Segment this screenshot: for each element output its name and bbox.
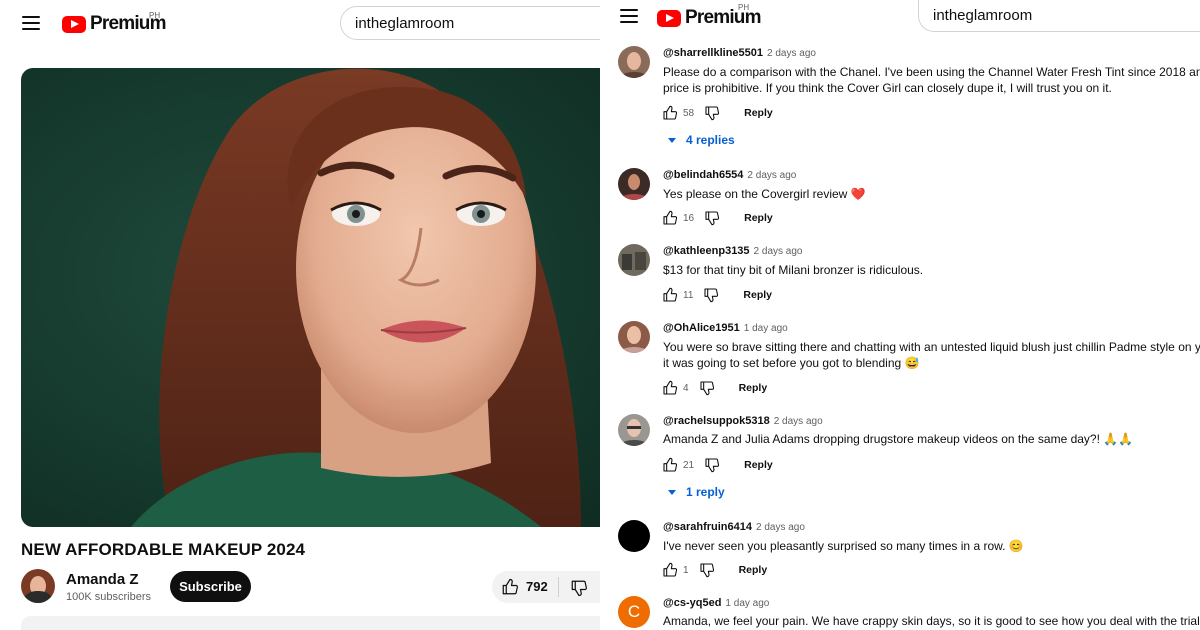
menu-icon[interactable] bbox=[22, 12, 40, 34]
comment-like-count: 11 bbox=[683, 289, 694, 301]
like-icon[interactable] bbox=[662, 562, 678, 578]
channel-avatar[interactable] bbox=[21, 569, 55, 603]
comment-text: I've never seen you pleasantly surprised… bbox=[663, 539, 1024, 553]
comment-handle[interactable]: @sharrellkline5501 bbox=[663, 47, 763, 59]
like-icon[interactable] bbox=[662, 210, 678, 226]
video-page-pane: Premium PH intheglamroom NEW AFFORDABLE … bbox=[0, 0, 600, 630]
comment-handle[interactable]: @OhAlice1951 bbox=[663, 322, 740, 334]
dislike-icon[interactable] bbox=[570, 579, 588, 597]
youtube-play-icon bbox=[657, 9, 681, 27]
comment-time[interactable]: 2 days ago bbox=[767, 48, 816, 59]
commenter-avatar[interactable] bbox=[618, 520, 650, 552]
comment-time[interactable]: 2 days ago bbox=[754, 246, 803, 257]
comment-like-count: 4 bbox=[683, 382, 689, 394]
search-value: intheglamroom bbox=[355, 14, 455, 32]
region-label: PH bbox=[149, 11, 161, 20]
comment-text: Please do a comparison with the Chanel. … bbox=[663, 65, 1200, 79]
reply-button[interactable]: Reply bbox=[744, 459, 773, 471]
subscriber-count: 100K subscribers bbox=[66, 591, 151, 603]
search-input[interactable]: intheglamroom bbox=[918, 0, 1200, 32]
dislike-icon[interactable] bbox=[704, 105, 720, 121]
comment-text: it was going to set before you got to bl… bbox=[663, 356, 920, 370]
commenter-avatar[interactable] bbox=[618, 46, 650, 78]
comment-handle[interactable]: @kathleenp3135 bbox=[663, 245, 750, 257]
menu-icon[interactable] bbox=[620, 5, 638, 27]
comment-actions: 21 Reply bbox=[662, 457, 773, 473]
dislike-icon[interactable] bbox=[704, 210, 720, 226]
comment-handle[interactable]: @cs-yq5ed bbox=[663, 597, 721, 609]
view-replies-button[interactable]: 4 replies bbox=[668, 133, 735, 147]
comment-handle[interactable]: @rachelsuppok5318 bbox=[663, 415, 770, 427]
commenter-avatar[interactable] bbox=[618, 244, 650, 276]
comment-like-count: 58 bbox=[683, 107, 695, 119]
video-frame-image bbox=[131, 68, 582, 527]
like-divider bbox=[558, 577, 559, 597]
commenter-avatar-image bbox=[618, 419, 650, 446]
comment-handle[interactable]: @belindah6554 bbox=[663, 169, 743, 181]
comment-text: price is prohibitive. If you think the C… bbox=[663, 81, 1112, 95]
comment-actions: 58 Reply bbox=[662, 105, 773, 121]
like-icon[interactable] bbox=[662, 380, 678, 396]
replies-label: 4 replies bbox=[686, 133, 735, 147]
view-replies-button[interactable]: 1 reply bbox=[668, 485, 725, 499]
like-icon[interactable] bbox=[662, 287, 678, 303]
dislike-icon[interactable] bbox=[703, 287, 719, 303]
comment-text: Amanda, we feel your pain. We have crapp… bbox=[663, 614, 1200, 628]
region-label: PH bbox=[738, 3, 750, 12]
comment-actions: 1 Reply bbox=[662, 562, 767, 578]
comment-text: You were so brave sitting there and chat… bbox=[663, 340, 1200, 354]
reply-button[interactable]: Reply bbox=[739, 564, 768, 576]
description-box[interactable] bbox=[21, 616, 600, 630]
reply-button[interactable]: Reply bbox=[744, 212, 773, 224]
youtube-play-icon bbox=[62, 15, 86, 33]
comment-handle[interactable]: @sarahfruin6414 bbox=[663, 521, 752, 533]
commenter-avatar-image bbox=[618, 52, 650, 78]
like-icon[interactable] bbox=[501, 578, 519, 596]
dislike-icon[interactable] bbox=[699, 380, 715, 396]
chevron-down-icon bbox=[668, 137, 676, 143]
commenter-avatar-image bbox=[618, 326, 650, 353]
commenter-avatar[interactable] bbox=[618, 414, 650, 446]
like-dislike-bar: 792 bbox=[492, 571, 600, 603]
replies-label: 1 reply bbox=[686, 485, 725, 499]
channel-avatar-image bbox=[21, 576, 55, 603]
dislike-icon[interactable] bbox=[699, 562, 715, 578]
commenter-avatar[interactable]: C bbox=[618, 596, 650, 628]
commenter-avatar-image bbox=[618, 174, 650, 200]
commenter-avatar-image bbox=[622, 252, 646, 270]
reply-button[interactable]: Reply bbox=[743, 289, 772, 301]
comment-text: Yes please on the Covergirl review ❤️ bbox=[663, 187, 866, 201]
comment-actions: 11 Reply bbox=[662, 287, 772, 303]
commenter-avatar[interactable] bbox=[618, 168, 650, 200]
video-player[interactable] bbox=[21, 68, 600, 527]
reply-button[interactable]: Reply bbox=[744, 107, 773, 119]
logo-text: Premium bbox=[685, 7, 762, 28]
comment-like-count: 16 bbox=[683, 212, 695, 224]
subscribe-button[interactable]: Subscribe bbox=[170, 571, 251, 602]
comment-text: $13 for that tiny bit of Milani bronzer … bbox=[663, 263, 924, 277]
reply-button[interactable]: Reply bbox=[739, 382, 768, 394]
chevron-down-icon bbox=[668, 489, 676, 495]
comments-pane: Premium PH intheglamroom @sharrellkline5… bbox=[600, 0, 1200, 630]
comment-time[interactable]: 1 day ago bbox=[744, 323, 788, 334]
search-value: intheglamroom bbox=[933, 7, 1033, 24]
comment-time[interactable]: 2 days ago bbox=[747, 170, 796, 181]
dislike-icon[interactable] bbox=[704, 457, 720, 473]
comment-text: Amanda Z and Julia Adams dropping drugst… bbox=[663, 432, 1134, 446]
comment-time[interactable]: 2 days ago bbox=[756, 522, 805, 533]
comment-time[interactable]: 2 days ago bbox=[774, 416, 823, 427]
like-icon[interactable] bbox=[662, 105, 678, 121]
comment-like-count: 1 bbox=[683, 564, 689, 576]
comment-like-count: 21 bbox=[683, 459, 695, 471]
avatar-letter: C bbox=[627, 602, 641, 621]
comment-actions: 16 Reply bbox=[662, 210, 773, 226]
like-count: 792 bbox=[526, 579, 548, 594]
comment-actions: 4 Reply bbox=[662, 380, 767, 396]
like-icon[interactable] bbox=[662, 457, 678, 473]
video-title: NEW AFFORDABLE MAKEUP 2024 bbox=[21, 540, 306, 559]
commenter-avatar[interactable] bbox=[618, 321, 650, 353]
channel-name[interactable]: Amanda Z bbox=[66, 571, 139, 588]
search-input[interactable]: intheglamroom bbox=[340, 6, 600, 40]
comment-time[interactable]: 1 day ago bbox=[725, 598, 769, 609]
